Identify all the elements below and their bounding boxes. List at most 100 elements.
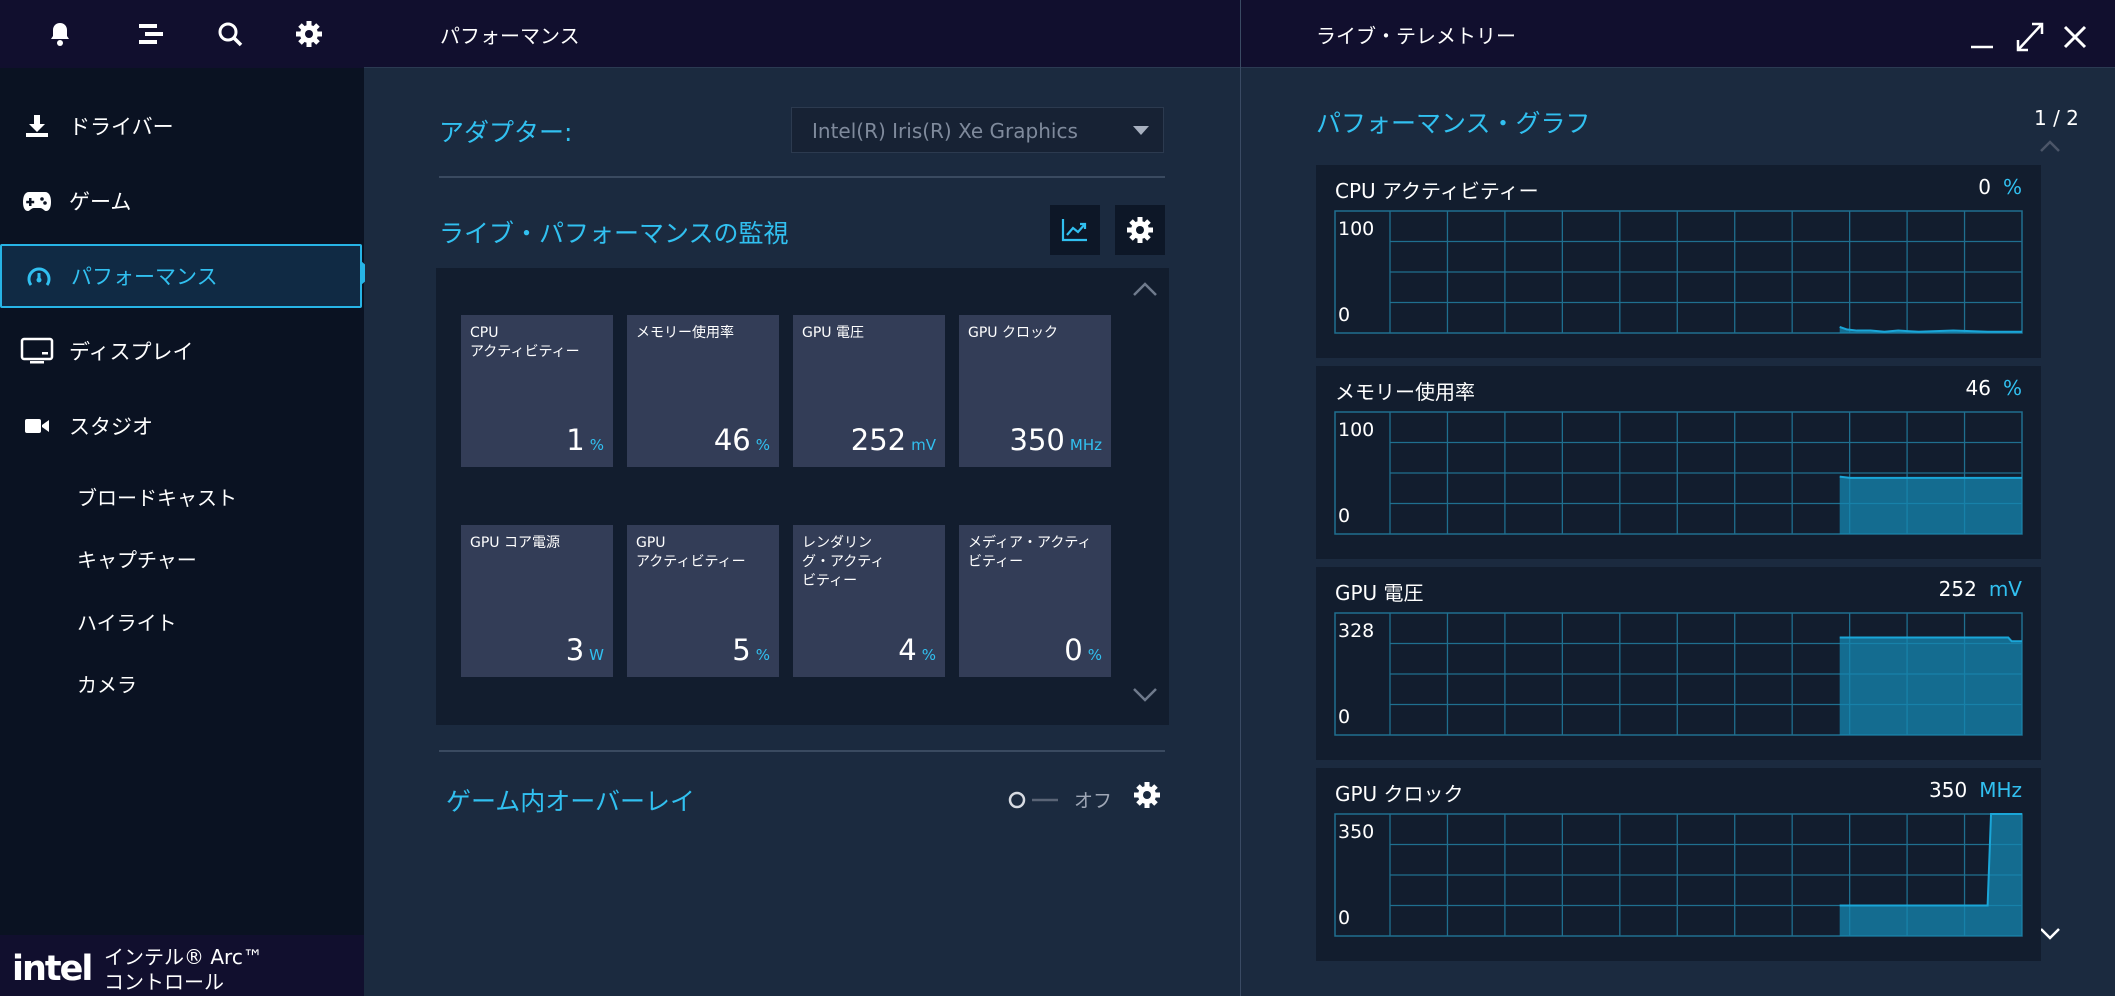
live-monitor-title: ライブ・パフォーマンスの監視	[439, 219, 789, 248]
adapter-select[interactable]: Intel(R) Iris(R) Xe Graphics	[791, 107, 1164, 153]
graph-current-value: 46	[1965, 376, 1991, 400]
divider	[439, 176, 1165, 178]
graph-cpu-activity: CPU アクティビティー 0% 100 0	[1316, 165, 2041, 358]
tile-label: メディア・アクティ ビティー	[968, 535, 1092, 570]
gear-icon	[1127, 217, 1153, 243]
tile-unit: %	[1087, 646, 1102, 664]
sidebar-item-display[interactable]: ディスプレイ	[0, 319, 362, 383]
gear-icon	[1134, 782, 1160, 808]
gear-icon[interactable]	[292, 17, 326, 51]
tile-value: 5	[732, 633, 751, 667]
tile-value: 3	[565, 633, 585, 667]
chevron-down-icon	[1133, 126, 1149, 135]
chevron-up-icon[interactable]	[2038, 138, 2062, 158]
tile-gpu-activity[interactable]: GPU アクティビティー 5%	[627, 525, 779, 677]
sidebar-item-label: ドライバー	[69, 115, 174, 139]
page-indicator: 1 / 2	[2034, 106, 2079, 130]
page-title: パフォーマンス	[440, 24, 580, 48]
tile-value: 0	[1064, 633, 1083, 667]
chevron-down-icon[interactable]	[2038, 926, 2062, 946]
sidebar-subitem-capture[interactable]: キャプチャー	[77, 544, 197, 573]
tile-label: GPU 電圧	[802, 325, 864, 341]
sidebar-subitem-broadcast[interactable]: ブロードキャスト	[77, 482, 237, 511]
tile-unit: %	[589, 436, 604, 454]
tile-gpu-voltage[interactable]: GPU 電圧 252 mV	[793, 315, 945, 467]
tile-gpu-clock[interactable]: GPU クロック 350 MHz	[959, 315, 1111, 467]
graph-current-value: 0	[1978, 175, 1991, 199]
search-icon[interactable]	[213, 17, 247, 51]
y-tick-label: 0	[1338, 907, 1350, 929]
sidebar-item-performance[interactable]: パフォーマンス	[0, 244, 362, 308]
graph-gpu-voltage: GPU 電圧 252 mV 328 0	[1316, 567, 2041, 760]
graph-title: CPU アクティビティー	[1335, 179, 1539, 203]
tile-gpu-core-power[interactable]: GPU コア電源 3W	[461, 525, 613, 677]
tile-memory-usage[interactable]: メモリー使用率 46%	[627, 315, 779, 467]
y-tick-label: 100	[1338, 218, 1374, 240]
sidebar-item-label: スタジオ	[69, 415, 153, 439]
tile-unit: %	[755, 436, 770, 454]
bell-icon[interactable]	[43, 17, 77, 51]
overlay-toggle[interactable]	[1008, 791, 1058, 809]
telemetry-chart: 100 0	[1334, 210, 2023, 334]
overlay-settings-button[interactable]	[1133, 781, 1163, 811]
monitor-settings-button[interactable]	[1115, 205, 1165, 255]
menu-icon[interactable]	[134, 17, 168, 51]
graph-toggle-button[interactable]	[1050, 205, 1100, 255]
tile-unit: mV	[911, 436, 936, 454]
sidebar-toolbar	[0, 0, 364, 68]
sidebar-item-studio[interactable]: スタジオ	[0, 394, 362, 458]
sidebar-item-label: ディスプレイ	[69, 340, 194, 364]
chevron-up-icon[interactable]	[1131, 280, 1159, 302]
tile-label: GPU クロック	[968, 325, 1058, 341]
y-tick-label: 350	[1338, 821, 1374, 843]
graph-memory-usage: メモリー使用率 46% 100 0	[1316, 366, 2041, 559]
graph-unit: %	[2002, 376, 2022, 400]
brand-subtitle: コントロール	[104, 970, 224, 994]
graph-title: GPU クロック	[1335, 782, 1464, 806]
tile-value: 252	[850, 423, 907, 457]
expand-icon[interactable]	[2014, 20, 2046, 54]
y-tick-label: 0	[1338, 505, 1350, 527]
tile-value: 46	[713, 423, 751, 457]
sidebar: ドライバー ゲーム パフォーマンス ディスプレイ スタジオ ブロードキャスト キ…	[0, 0, 375, 996]
intel-logo: intel	[12, 949, 93, 989]
sidebar-subitem-highlight[interactable]: ハイライト	[77, 607, 177, 636]
telemetry-chart: 350 0	[1334, 813, 2023, 937]
telemetry-chart: 328 0	[1334, 612, 2023, 736]
close-icon[interactable]	[2062, 24, 2088, 50]
y-tick-label: 0	[1338, 304, 1350, 326]
graph-current-value: 350	[1929, 778, 1968, 802]
panel-divider	[1240, 0, 1241, 996]
graph-title: GPU 電圧	[1335, 581, 1424, 605]
graph-unit: MHz	[1979, 778, 2022, 802]
adapter-select-value: Intel(R) Iris(R) Xe Graphics	[812, 119, 1078, 143]
sidebar-subitem-camera[interactable]: カメラ	[77, 669, 137, 698]
telemetry-chart: 100 0	[1334, 411, 2023, 535]
camera-icon	[20, 410, 54, 442]
performance-graph-title: パフォーマンス・グラフ	[1316, 109, 1591, 138]
graph-gpu-clock: GPU クロック 350 MHz 350 0	[1316, 768, 2041, 961]
sidebar-item-label: ゲーム	[69, 190, 132, 214]
tile-cpu-activity[interactable]: CPU アクティビティー 1%	[461, 315, 613, 467]
tile-media-activity[interactable]: メディア・アクティ ビティー 0%	[959, 525, 1111, 677]
adapter-label: アダプター:	[439, 118, 573, 147]
tile-unit: %	[755, 646, 770, 664]
tile-unit: %	[921, 646, 936, 664]
overlay-title: ゲーム内オーバーレイ	[446, 787, 696, 816]
minimize-icon[interactable]	[1969, 30, 1995, 56]
tile-label: GPU コア電源	[470, 535, 560, 551]
gamepad-icon	[20, 185, 54, 217]
y-tick-label: 0	[1338, 706, 1350, 728]
tile-rendering-activity[interactable]: レンダリン グ・アクティ ビティー 4%	[793, 525, 945, 677]
monitor-icon	[20, 335, 54, 367]
chart-icon	[1061, 219, 1087, 242]
series-line	[1839, 475, 2022, 479]
tile-label: レンダリン グ・アクティ ビティー	[802, 535, 885, 589]
y-tick-label: 328	[1338, 620, 1374, 642]
sidebar-item-games[interactable]: ゲーム	[0, 169, 362, 233]
tile-label: メモリー使用率	[636, 325, 734, 341]
sidebar-item-driver[interactable]: ドライバー	[0, 94, 362, 158]
gauge-icon	[22, 262, 56, 294]
graph-current-value: 252	[1938, 577, 1977, 601]
chevron-down-icon[interactable]	[1131, 686, 1159, 708]
